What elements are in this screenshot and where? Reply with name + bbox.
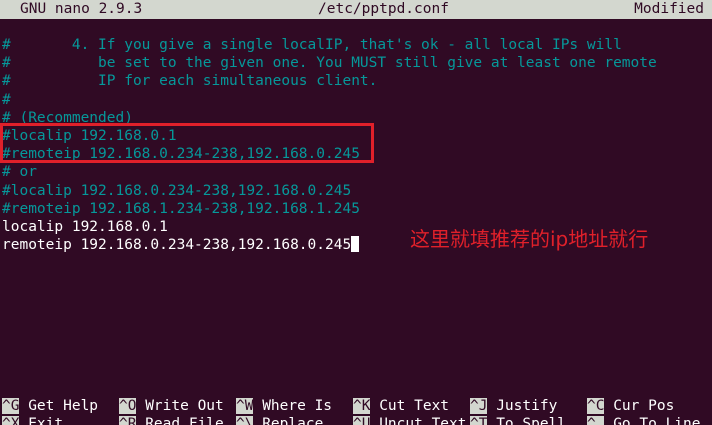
- shortcut-key: ^C: [587, 398, 605, 414]
- commented-remoteip-line: #remoteip 192.168.1.234-238,192.168.1.24…: [2, 200, 360, 217]
- shortcut-row: ^X Exit ^R Read File ^\ Replace ^U Uncut…: [0, 415, 712, 425]
- shortcut-cut-text[interactable]: ^K Cut Text: [353, 397, 449, 415]
- shortcut-exit[interactable]: ^X Exit: [2, 415, 63, 425]
- shortcut-label: Cut Text: [370, 398, 450, 414]
- comment-line: # IP for each simultaneous client.: [2, 73, 378, 90]
- shortcut-label: Go To Line: [604, 416, 701, 425]
- shortcut-label: Get Help: [19, 398, 99, 414]
- shortcut-key: ^G: [2, 398, 20, 414]
- shortcut-key: ^X: [2, 416, 20, 425]
- shortcut-to-spell[interactable]: ^T To Spell: [470, 415, 566, 425]
- shortcut-replace[interactable]: ^\ Replace: [236, 415, 323, 425]
- shortcut-label: Cur Pos: [604, 398, 675, 414]
- shortcut-go-to-line[interactable]: ^_ Go To Line: [587, 415, 701, 425]
- shortcut-write-out[interactable]: ^O Write Out: [119, 397, 224, 415]
- shortcut-key: ^W: [236, 398, 254, 414]
- file-path: /etc/pptpd.conf: [318, 1, 449, 17]
- shortcut-label: Read File: [136, 416, 224, 425]
- editor-name: GNU nano 2.9.3: [20, 1, 143, 17]
- comment-line: # be set to the given one. You MUST stil…: [2, 55, 657, 72]
- shortcut-key: ^U: [353, 416, 371, 425]
- shortcut-label: Replace: [253, 416, 324, 425]
- text-cursor: [351, 236, 360, 253]
- shortcut-row: ^G Get Help ^O Write Out ^W Where Is ^K …: [0, 397, 712, 415]
- annotation-text: 这里就填推荐的ip地址就行: [410, 227, 649, 251]
- shortcut-get-help[interactable]: ^G Get Help: [2, 397, 98, 415]
- shortcut-key: ^O: [119, 398, 137, 414]
- comment-line: # 4. If you give a single localIP, that'…: [2, 37, 622, 53]
- modified-status: Modified: [634, 1, 704, 17]
- shortcut-uncut-text[interactable]: ^U Uncut Text: [353, 415, 467, 425]
- shortcut-key: ^_: [587, 416, 605, 425]
- shortcut-key: ^J: [470, 398, 488, 414]
- shortcut-where-is[interactable]: ^W Where Is: [236, 397, 332, 415]
- shortcut-bar: ^G Get Help ^O Write Out ^W Where Is ^K …: [0, 397, 712, 425]
- shortcut-label: Where Is: [253, 398, 333, 414]
- commented-localip-line: #localip 192.168.0.234-238,192.168.0.245: [2, 182, 352, 199]
- shortcut-read-file[interactable]: ^R Read File: [119, 415, 224, 425]
- shortcut-key: ^\: [236, 416, 254, 425]
- shortcut-label: Uncut Text: [370, 416, 467, 425]
- shortcut-label: Justify: [487, 398, 558, 414]
- annotation-highlight-box: [0, 123, 374, 163]
- shortcut-cur-pos[interactable]: ^C Cur Pos: [587, 397, 674, 415]
- shortcut-key: ^T: [470, 416, 488, 425]
- shortcut-label: To Spell: [487, 416, 567, 425]
- comment-line: # or: [2, 164, 37, 181]
- terminal-window[interactable]: GNU nano 2.9.3 /etc/pptpd.conf Modified …: [0, 0, 712, 425]
- shortcut-key: ^K: [353, 398, 371, 414]
- nano-title-bar: GNU nano 2.9.3 /etc/pptpd.conf Modified: [0, 0, 712, 19]
- remoteip-text: remoteip 192.168.0.234-238,192.168.0.245: [2, 237, 352, 254]
- shortcut-label: Exit: [19, 416, 64, 425]
- comment-line: #: [2, 91, 11, 108]
- shortcut-justify[interactable]: ^J Justify: [470, 397, 557, 415]
- shortcut-label: Write Out: [136, 398, 224, 414]
- shortcut-key: ^R: [119, 416, 137, 425]
